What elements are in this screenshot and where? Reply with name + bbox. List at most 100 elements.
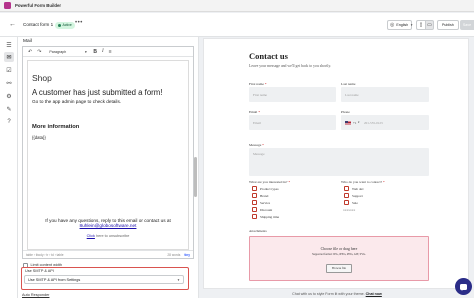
last-name-label: Last name bbox=[341, 82, 356, 86]
contact-who-label: Who do you want to contact? * bbox=[341, 180, 385, 184]
dial-code: +1 bbox=[353, 120, 357, 125]
publish-button[interactable]: Publish bbox=[437, 20, 459, 30]
option-checkbox[interactable] bbox=[252, 207, 257, 212]
interested-option[interactable]: Shipping time bbox=[252, 214, 279, 219]
smtp-select[interactable]: Use SMTP & API from Settings ▼ bbox=[24, 275, 184, 284]
email-icon[interactable]: ✉ bbox=[4, 52, 14, 62]
option-checkbox[interactable] bbox=[344, 186, 349, 191]
integrations-icon[interactable]: ⚯ bbox=[4, 78, 14, 88]
back-arrow-icon[interactable]: ← bbox=[9, 21, 16, 28]
app-bar: Powerful Form Builder bbox=[0, 0, 474, 12]
upload-title: Choose file or drag here bbox=[320, 247, 358, 251]
desktop-icon: ▭ bbox=[427, 22, 432, 28]
more-info-heading: More information bbox=[32, 124, 80, 130]
footer-email-link[interactable]: 8uhlein@globosoftware.net bbox=[28, 223, 188, 228]
browse-file-button[interactable]: Browse file bbox=[326, 263, 352, 273]
tiny-logo: tiny bbox=[184, 253, 190, 257]
checkout-icon[interactable]: ☑ bbox=[4, 65, 14, 75]
panel-title: Mail bbox=[23, 39, 32, 44]
first-name-field[interactable]: First name bbox=[249, 87, 336, 102]
email-headline: A customer has just submitted a form! bbox=[32, 88, 163, 97]
contact-who-extra: xxxxxxx bbox=[343, 208, 356, 212]
email-body[interactable]: Shop A customer has just submitted a for… bbox=[27, 60, 189, 210]
attachments-label: Attachments bbox=[249, 229, 267, 233]
language-value: English bbox=[396, 23, 409, 27]
mobile-icon: ▯ bbox=[419, 22, 423, 28]
interested-label: What are you interested in? * bbox=[249, 180, 291, 184]
upload-formats: Supported format: JPG, JPEG, PNG, GIF, S… bbox=[312, 253, 366, 256]
option-checkbox[interactable] bbox=[252, 200, 257, 205]
list-icon[interactable]: ☰ bbox=[4, 40, 14, 50]
email-footer[interactable]: If you have any questions, reply to this… bbox=[27, 210, 189, 250]
italic-icon[interactable]: I bbox=[102, 49, 104, 54]
contact-who-option[interactable]: Web dev bbox=[344, 186, 364, 191]
email-label: Email * bbox=[249, 110, 260, 114]
option-checkbox[interactable] bbox=[344, 193, 349, 198]
us-flag-icon bbox=[345, 120, 351, 125]
first-name-label: First name * bbox=[249, 82, 267, 86]
language-select[interactable]: ◎ English ▼ bbox=[387, 20, 414, 30]
file-upload-dropzone[interactable]: Choose file or drag here Supported forma… bbox=[249, 236, 429, 281]
unsubscribe-link[interactable]: Click bbox=[87, 234, 95, 238]
chat-bubble-icon bbox=[460, 283, 467, 291]
chevron-down-icon: ▼ bbox=[357, 121, 360, 124]
option-checkbox[interactable] bbox=[252, 214, 257, 219]
chevron-down-icon: ▼ bbox=[177, 277, 180, 282]
editor-status-bar: table › tbody › tr › td › table 28 words… bbox=[23, 250, 193, 258]
form-subtitle: Leave your message and we'll get back to… bbox=[249, 64, 332, 68]
form-title: Contact us bbox=[249, 51, 288, 61]
chevron-down-icon: ▼ bbox=[410, 23, 414, 27]
interested-option[interactable]: Service bbox=[252, 200, 270, 205]
editor-toolbar: ← Contact form 1 Active ••• ◎ English ▼ … bbox=[0, 13, 474, 37]
interested-option[interactable]: Product types bbox=[252, 186, 279, 191]
align-icon[interactable]: ≡ bbox=[109, 49, 112, 55]
email-field[interactable]: Email bbox=[249, 115, 336, 130]
message-label: Message * bbox=[249, 143, 264, 147]
design-icon[interactable]: ✎ bbox=[4, 104, 14, 114]
last-name-field[interactable]: Last name bbox=[341, 87, 429, 102]
app-logo bbox=[4, 2, 11, 9]
option-checkbox[interactable] bbox=[252, 186, 257, 191]
interested-option[interactable]: Brand bbox=[252, 193, 268, 198]
contact-who-option[interactable]: Sale bbox=[344, 200, 358, 205]
redo-icon[interactable]: ↷ bbox=[37, 49, 41, 55]
phone-field[interactable]: +1 ▼ 201-555-0123 bbox=[341, 115, 429, 130]
interested-option[interactable]: Discount bbox=[252, 207, 272, 212]
contact-who-option[interactable]: Support bbox=[344, 193, 363, 198]
more-actions-icon[interactable]: ••• bbox=[75, 20, 83, 26]
save-button[interactable]: Save bbox=[460, 20, 474, 30]
undo-icon[interactable]: ↶ bbox=[28, 49, 32, 55]
chat-prompt-text: Chat with us to style Form lit with your… bbox=[292, 292, 365, 296]
chat-prompt: Chat with us to style Form lit with your… bbox=[200, 292, 474, 296]
smtp-highlight-box: Use SMTP & API Use SMTP & API from Setti… bbox=[21, 267, 189, 290]
form-preview-card: Contact us Leave your message and we'll … bbox=[203, 38, 469, 289]
mail-settings-panel: Mail ↶ ↷ Paragraph ▼ B I ≡ Shop A custom… bbox=[18, 37, 199, 298]
panel-scrollbar[interactable] bbox=[194, 157, 197, 197]
option-checkbox[interactable] bbox=[344, 200, 349, 205]
globe-icon: ◎ bbox=[390, 22, 395, 28]
auto-responder-link[interactable]: Auto Responder bbox=[22, 293, 49, 297]
form-preview-area: Contact us Leave your message and we'll … bbox=[200, 37, 474, 298]
chevron-down-icon: ▼ bbox=[84, 49, 88, 54]
chat-launcher-button[interactable] bbox=[455, 278, 472, 295]
desktop-view-button[interactable]: ▭ bbox=[425, 20, 434, 30]
phone-label: Phone bbox=[341, 110, 350, 114]
help-icon[interactable]: ? bbox=[4, 117, 14, 127]
email-subline: Go to the app admin page to check detail… bbox=[32, 99, 122, 104]
app-title: Powerful Form Builder bbox=[15, 3, 62, 8]
footer-unsubscribe: Click here to unsubscribe bbox=[28, 234, 188, 238]
message-field[interactable]: Message bbox=[249, 148, 429, 176]
smtp-select-value: Use SMTP & API from Settings bbox=[28, 277, 81, 282]
side-rail: ☰ ✉ ☑ ⚯ ⚙ ✎ ? bbox=[0, 37, 18, 298]
mobile-view-button[interactable]: ▯ bbox=[416, 20, 425, 30]
chat-now-link[interactable]: Chat now bbox=[366, 292, 382, 296]
shop-name: Shop bbox=[32, 73, 52, 83]
phone-placeholder: 201-555-0123 bbox=[364, 120, 383, 125]
settings-icon[interactable]: ⚙ bbox=[4, 91, 14, 101]
rich-text-editor: ↶ ↷ Paragraph ▼ B I ≡ Shop A customer ha… bbox=[22, 46, 194, 259]
bold-icon[interactable]: B bbox=[93, 49, 97, 55]
element-path: table › tbody › tr › td › table bbox=[26, 253, 64, 257]
form-name: Contact form 1 bbox=[23, 22, 54, 27]
paragraph-select[interactable]: Paragraph ▼ bbox=[49, 48, 87, 55]
option-checkbox[interactable] bbox=[252, 193, 257, 198]
